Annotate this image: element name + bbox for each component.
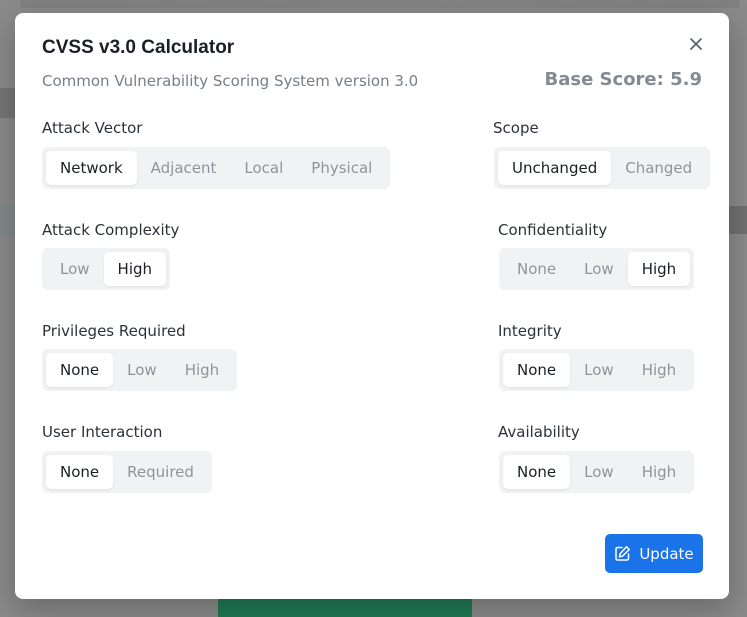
cvss-calculator-modal: CVSS v3.0 Calculator Common Vulnerabilit…	[15, 13, 729, 599]
availability-label: Availability	[498, 423, 580, 441]
integrity-option-high[interactable]: High	[628, 353, 690, 387]
background-page-element	[727, 206, 747, 234]
background-page-button	[218, 598, 472, 617]
attack-complexity-option-high[interactable]: High	[103, 252, 167, 286]
attack-complexity-option-low[interactable]: Low	[46, 252, 104, 286]
integrity-option-low[interactable]: Low	[570, 353, 628, 387]
availability-option-low[interactable]: Low	[570, 455, 628, 489]
privileges-required-selector: None Low High	[42, 349, 238, 391]
user-interaction-label: User Interaction	[42, 423, 163, 441]
confidentiality-option-none[interactable]: None	[503, 252, 570, 286]
privileges-required-label: Privileges Required	[42, 322, 186, 340]
background-page-strip	[0, 206, 16, 236]
privileges-required-option-high[interactable]: High	[171, 353, 233, 387]
confidentiality-selector: None Low High	[499, 248, 695, 290]
background-page-heading	[0, 88, 16, 118]
integrity-selector: None Low High	[499, 349, 695, 391]
update-button[interactable]: Update	[605, 534, 703, 573]
modal-subtitle: Common Vulnerability Scoring System vers…	[42, 72, 419, 90]
update-button-label: Update	[639, 544, 694, 563]
attack-vector-selector: Network Adjacent Local Physical	[42, 147, 391, 189]
availability-option-none[interactable]: None	[503, 455, 571, 489]
attack-vector-option-physical[interactable]: Physical	[297, 151, 386, 185]
availability-selector: None Low High	[499, 451, 695, 493]
user-interaction-selector: None Required	[42, 451, 212, 493]
privileges-required-option-low[interactable]: Low	[113, 353, 171, 387]
edit-icon	[615, 546, 631, 561]
confidentiality-option-high[interactable]: High	[627, 252, 691, 286]
close-button[interactable]	[686, 34, 706, 54]
confidentiality-label: Confidentiality	[498, 221, 608, 239]
scope-option-changed[interactable]: Changed	[611, 151, 706, 185]
confidentiality-option-low[interactable]: Low	[570, 252, 628, 286]
scope-selector: Unchanged Changed	[494, 147, 711, 189]
attack-vector-option-local[interactable]: Local	[230, 151, 297, 185]
privileges-required-option-none[interactable]: None	[46, 353, 114, 387]
close-icon	[690, 38, 702, 50]
base-score: Base Score: 5.9	[544, 69, 703, 90]
availability-option-high[interactable]: High	[628, 455, 690, 489]
attack-vector-label: Attack Vector	[42, 119, 143, 137]
attack-complexity-selector: Low High	[42, 248, 171, 290]
attack-complexity-label: Attack Complexity	[42, 221, 180, 239]
scope-label: Scope	[493, 119, 539, 137]
attack-vector-option-network[interactable]: Network	[46, 151, 137, 185]
integrity-option-none[interactable]: None	[503, 353, 571, 387]
user-interaction-option-none[interactable]: None	[46, 455, 114, 489]
integrity-label: Integrity	[498, 322, 562, 340]
user-interaction-option-required[interactable]: Required	[113, 455, 208, 489]
modal-title: CVSS v3.0 Calculator	[42, 37, 235, 58]
background-page-text	[20, 0, 740, 8]
attack-vector-option-adjacent[interactable]: Adjacent	[137, 151, 231, 185]
scope-option-unchanged[interactable]: Unchanged	[498, 151, 612, 185]
